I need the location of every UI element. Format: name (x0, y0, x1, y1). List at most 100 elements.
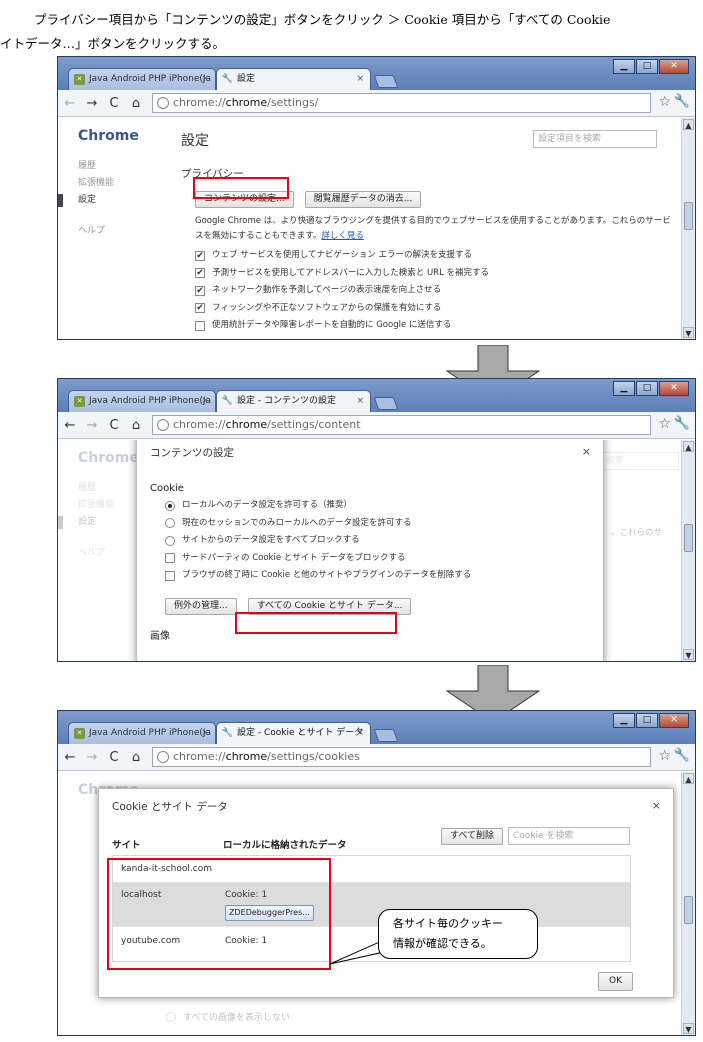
back-button[interactable]: ← (60, 418, 80, 433)
radio-row[interactable]: サイトからのデータ設定をすべてブロックする (165, 532, 471, 550)
sidebar-item-extensions[interactable]: 拡張機能 (78, 175, 168, 192)
checkbox-row[interactable]: ブラウザの終了時に Cookie と他のサイトやプラグインのデータを削除する (165, 567, 471, 585)
wrench-menu-icon[interactable]: 🔧 (674, 748, 690, 763)
checkbox-unchecked-icon[interactable] (165, 553, 175, 564)
checkbox-unchecked-icon[interactable] (195, 320, 205, 331)
scroll-thumb[interactable] (684, 202, 693, 230)
scroll-thumb[interactable] (684, 896, 693, 924)
tab-cookies[interactable]: 🔧 設定 - Cookie とサイト データ × (216, 722, 371, 744)
url-host: chrome (225, 418, 268, 431)
star-icon[interactable]: ☆ (658, 748, 671, 764)
tab-close-icon[interactable]: × (201, 69, 209, 90)
minimize-button[interactable]: ▁ (613, 59, 635, 74)
address-bar[interactable]: chrome://chrome/settings/content (152, 415, 651, 435)
scrollbar[interactable]: ▲ ▼ (681, 440, 695, 661)
checkbox-checked-icon[interactable]: ✔ (195, 250, 205, 261)
browser-window-content-settings: ✕ Java Android PHP iPhone(Ja × 🔧 設定 - コンテンツ… (57, 378, 696, 662)
home-button[interactable]: ⌂ (126, 418, 146, 433)
checkbox-checked-icon[interactable]: ✔ (195, 285, 205, 296)
tab-label: 設定 - Cookie とサイト データ (237, 728, 364, 738)
scroll-down-icon[interactable]: ▼ (683, 649, 694, 660)
checkbox-row[interactable]: ✔ ウェブ サービスを使用してナビゲーション エラーの解決を支援する (195, 247, 671, 265)
scrollbar[interactable]: ▲ ▼ (681, 772, 695, 1035)
maximize-button[interactable]: □ (636, 713, 658, 728)
maximize-button[interactable]: □ (636, 381, 658, 396)
checkbox-row[interactable]: ✔ 予測サービスを使用してアドレスバーに入力した検索と URL を補完する (195, 265, 671, 283)
radio-selected-icon[interactable] (165, 500, 175, 511)
wrench-menu-icon[interactable]: 🔧 (674, 416, 690, 431)
dialog-close-icon[interactable]: × (652, 799, 661, 812)
tab-close-icon[interactable]: × (356, 69, 364, 90)
wrench-menu-icon[interactable]: 🔧 (674, 94, 690, 109)
star-icon[interactable]: ☆ (658, 416, 671, 432)
dialog-close-icon[interactable]: × (582, 445, 591, 458)
home-button[interactable]: ⌂ (126, 750, 146, 765)
minimize-button[interactable]: ▁ (613, 381, 635, 396)
checkbox-checked-icon[interactable]: ✔ (195, 303, 205, 314)
sidebar: Chrome 履歴 拡張機能 設定 ヘルプ (58, 128, 168, 240)
radio-row[interactable]: ローカルへのデータ設定を許可する（推奨） (165, 497, 471, 515)
new-tab-button[interactable] (373, 75, 399, 88)
tab-close-icon[interactable]: × (356, 391, 364, 412)
window-close-button[interactable]: ✕ (659, 381, 689, 396)
tab-close-icon[interactable]: × (201, 723, 209, 744)
checkbox-row[interactable]: ✔ ネットワーク動作を予測してページの表示速度を向上させる (195, 282, 671, 300)
settings-search-input[interactable]: 設定項目を検索 (533, 130, 657, 148)
maximize-button[interactable]: □ (636, 59, 658, 74)
new-tab-button[interactable] (373, 397, 399, 410)
radio-unselected-icon[interactable] (165, 518, 175, 529)
checkbox-unchecked-icon[interactable] (165, 570, 175, 581)
tab-java-android[interactable]: ✕ Java Android PHP iPhone(Ja × (68, 722, 216, 744)
scroll-up-icon[interactable]: ▲ (683, 441, 694, 452)
back-button[interactable]: ← (60, 750, 80, 765)
minimize-button[interactable]: ▁ (613, 713, 635, 728)
radio-row[interactable]: 現在のセッションでのみローカルへのデータ設定を許可する (165, 515, 471, 533)
forward-button[interactable]: → (82, 750, 102, 765)
tab-java-android[interactable]: ✕ Java Android PHP iPhone(Ja × (68, 68, 216, 90)
checkbox-row[interactable]: サードパーティの Cookie とサイト データをブロックする (165, 550, 471, 568)
tab-close-icon[interactable]: × (356, 723, 364, 744)
dialog-title: Cookie とサイト データ (112, 801, 228, 813)
sidebar-item-history[interactable]: 履歴 (78, 158, 168, 175)
reload-button[interactable]: C (104, 418, 124, 433)
scrollbar[interactable]: ▲ ▼ (681, 118, 695, 339)
highlight-box (193, 177, 289, 199)
url-scheme: chrome:// (173, 750, 226, 763)
url-scheme: chrome:// (173, 418, 226, 431)
reload-button[interactable]: C (104, 96, 124, 111)
sidebar-item-settings[interactable]: 設定 (58, 192, 168, 209)
tab-close-icon[interactable]: × (201, 391, 209, 412)
home-button[interactable]: ⌂ (126, 96, 146, 111)
scroll-up-icon[interactable]: ▲ (683, 119, 694, 130)
reload-button[interactable]: C (104, 750, 124, 765)
tab-content-settings[interactable]: 🔧 設定 - コンテンツの設定 × (216, 390, 371, 412)
scroll-down-icon[interactable]: ▼ (683, 327, 694, 338)
address-bar[interactable]: chrome://chrome/settings/cookies (152, 747, 651, 767)
back-button[interactable]: ← (60, 96, 80, 111)
window-close-button[interactable]: ✕ (659, 713, 689, 728)
scroll-down-icon[interactable]: ▼ (683, 1023, 694, 1034)
scroll-up-icon[interactable]: ▲ (683, 773, 694, 784)
wrench-icon: 🔧 (221, 396, 234, 406)
star-icon[interactable]: ☆ (658, 94, 671, 110)
window-close-button[interactable]: ✕ (659, 59, 689, 74)
radio-unselected-icon[interactable] (165, 535, 175, 546)
scroll-thumb[interactable] (684, 524, 693, 552)
new-tab-button[interactable] (373, 729, 399, 742)
tab-java-android[interactable]: ✕ Java Android PHP iPhone(Ja × (68, 390, 216, 412)
forward-button[interactable]: → (82, 418, 102, 433)
checkbox-row[interactable]: 使用統計データや障害レポートを自動的に Google に送信する (195, 317, 671, 335)
checkbox-checked-icon[interactable]: ✔ (195, 268, 205, 279)
manage-exceptions-button[interactable]: 例外の管理... (165, 598, 237, 615)
clear-browsing-data-button[interactable]: 閲覧履歴データの消去... (304, 191, 422, 208)
learn-more-link[interactable]: 詳しく見る (321, 231, 364, 241)
address-bar[interactable]: chrome://chrome/settings/ (152, 93, 651, 113)
column-header-site: サイト (112, 840, 141, 851)
forward-button[interactable]: → (82, 96, 102, 111)
cookie-search-input[interactable]: Cookie を検索 (508, 827, 630, 845)
remove-all-button[interactable]: すべて削除 (441, 828, 504, 845)
tab-settings[interactable]: 🔧 設定 × (216, 68, 371, 90)
sidebar-item-help[interactable]: ヘルプ (78, 223, 168, 240)
ok-button[interactable]: OK (598, 972, 633, 991)
checkbox-row[interactable]: ✔ フィッシングや不正なソフトウェアからの保護を有効にする (195, 300, 671, 318)
